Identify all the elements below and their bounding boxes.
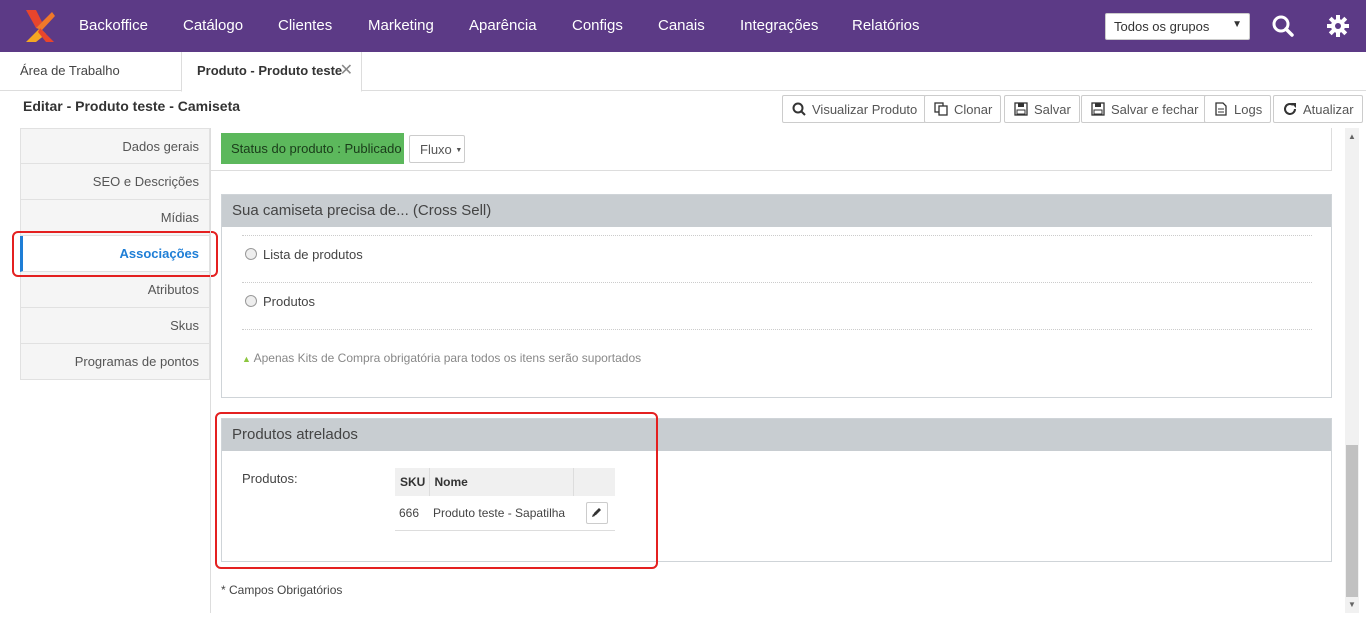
nav-aparencia[interactable]: Aparência (469, 17, 537, 34)
copy-icon (934, 102, 948, 116)
refresh-icon (1284, 103, 1296, 115)
nav-backoffice[interactable]: Backoffice (79, 17, 148, 34)
cross-sell-title: Sua camiseta precisa de... (Cross Sell) (222, 195, 1331, 227)
tab-produto[interactable]: Produto - Produto teste ✕ (181, 52, 362, 92)
radio-lista-produtos-label: Lista de produtos (263, 247, 363, 262)
required-fields-note: * Campos Obrigatórios (221, 583, 343, 597)
divider (242, 235, 1312, 236)
sidebar-item-atributos[interactable]: Atributos (20, 272, 210, 308)
document-icon (1215, 102, 1227, 116)
caret-down-icon: ▼ (1232, 19, 1242, 30)
page-title: Editar - Produto teste - Camiseta (23, 98, 241, 114)
nav-relatorios[interactable]: Relatórios (852, 17, 920, 34)
fluxo-dropdown[interactable]: Fluxo ▼ (409, 135, 465, 163)
scroll-down-icon[interactable]: ▼ (1348, 600, 1356, 609)
nav-configs[interactable]: Configs (572, 17, 623, 34)
cross-sell-panel: Sua camiseta precisa de... (Cross Sell) (221, 194, 1332, 398)
sidebar-item-skus[interactable]: Skus (20, 308, 210, 344)
highlight-box (12, 231, 218, 277)
gear-icon[interactable] (1326, 14, 1350, 38)
scroll-up-icon[interactable]: ▲ (1348, 132, 1356, 141)
view-product-button[interactable]: Visualizar Produto (782, 95, 927, 123)
nav-marketing[interactable]: Marketing (368, 17, 434, 34)
triangle-up-icon: ▲ (242, 354, 251, 364)
divider (210, 128, 211, 613)
clone-label: Clonar (954, 102, 993, 117)
fluxo-label: Fluxo (420, 142, 452, 157)
radio-button[interactable] (245, 295, 257, 307)
highlight-box (215, 412, 658, 569)
sidebar-item-programas-de-pontos[interactable]: Programas de pontos (20, 344, 210, 380)
brand-logo[interactable] (22, 8, 58, 44)
tab-area-de-trabalho[interactable]: Área de Trabalho (20, 52, 120, 91)
nav-canais[interactable]: Canais (658, 17, 705, 34)
cross-sell-note-text: Apenas Kits de Compra obrigatória para t… (253, 351, 642, 365)
scrollbar-thumb[interactable] (1346, 445, 1358, 597)
nav-clientes[interactable]: Clientes (278, 17, 332, 34)
sidebar-item-dados-gerais[interactable]: Dados gerais (20, 128, 210, 164)
nav-catalogo[interactable]: Catálogo (183, 17, 243, 34)
logs-button[interactable]: Logs (1204, 95, 1272, 123)
view-product-label: Visualizar Produto (812, 102, 918, 117)
radio-button[interactable] (245, 248, 257, 260)
search-icon (792, 102, 806, 116)
radio-lista-produtos[interactable]: Lista de produtos (245, 247, 363, 262)
caret-down-icon: ▼ (455, 147, 463, 154)
refresh-label: Atualizar (1303, 102, 1354, 117)
logs-label: Logs (1234, 102, 1263, 117)
clone-button[interactable]: Clonar (924, 95, 1002, 123)
top-navbar: Backoffice Catálogo Clientes Marketing A… (0, 0, 1366, 52)
save-close-button[interactable]: Salvar e fechar (1081, 95, 1208, 123)
radio-produtos-label: Produtos (263, 294, 316, 309)
sidebar-item-seo[interactable]: SEO e Descrições (20, 164, 210, 200)
radio-produtos[interactable]: Produtos (245, 294, 315, 309)
group-select[interactable]: Todos os grupos ▼ (1105, 13, 1250, 40)
tabs-row: Área de Trabalho Produto - Produto teste… (0, 52, 1366, 92)
status-badge: Status do produto : Publicado (221, 133, 404, 164)
close-icon[interactable]: ✕ (340, 60, 353, 80)
save-button[interactable]: Salvar (1004, 95, 1080, 123)
divider (242, 329, 1312, 330)
nav-integracoes[interactable]: Integrações (740, 17, 818, 34)
floppy-icon (1091, 102, 1105, 116)
tab-produto-label: Produto - Produto teste (197, 63, 343, 78)
save-label: Salvar (1034, 102, 1071, 117)
divider (242, 282, 1312, 283)
floppy-icon (1014, 102, 1028, 116)
refresh-button[interactable]: Atualizar (1273, 95, 1363, 123)
search-icon[interactable] (1271, 14, 1295, 38)
group-select-value: Todos os grupos (1114, 19, 1210, 34)
save-close-label: Salvar e fechar (1111, 102, 1199, 117)
cross-sell-note: ▲ Apenas Kits de Compra obrigatória para… (242, 351, 641, 365)
